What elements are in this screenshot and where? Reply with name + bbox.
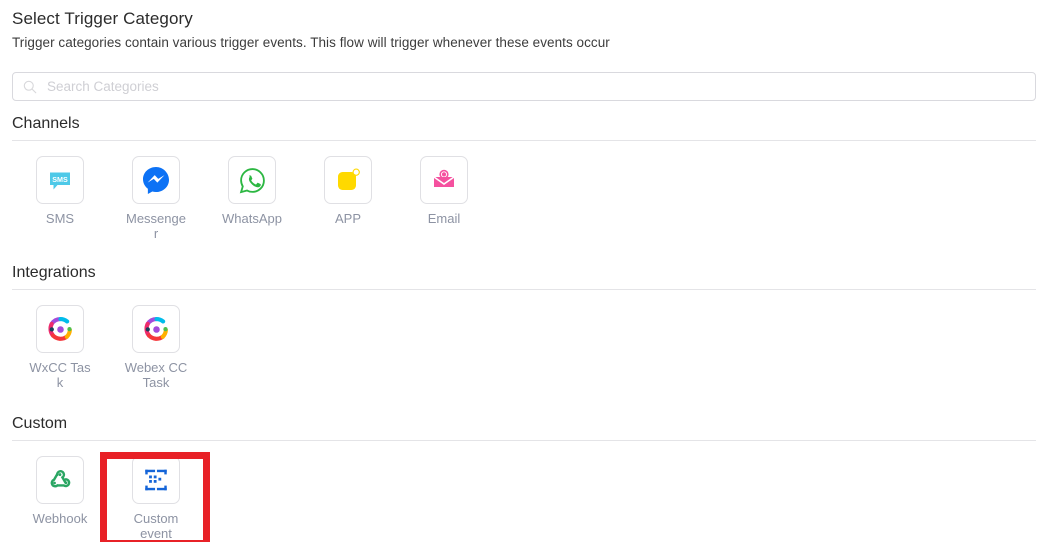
svg-text:SMS: SMS <box>52 175 68 184</box>
section-title-integrations: Integrations <box>12 264 96 281</box>
select-trigger-category-panel: Select Trigger Category Trigger categori… <box>0 9 1048 542</box>
page-subtitle: Trigger categories contain various trigg… <box>12 35 610 50</box>
channels-tile-list: SMS SMS Messenger WhatsApp APP Email <box>12 141 1036 241</box>
section-title-custom: Custom <box>12 415 68 432</box>
tile-email[interactable]: Email <box>396 156 492 226</box>
tile-label: WxCC Task <box>29 360 91 390</box>
tile-icon-box <box>132 456 180 504</box>
tile-label: Custom event <box>133 511 179 541</box>
tile-webex-cc-task[interactable]: Webex CC Task <box>108 305 204 390</box>
tile-sms[interactable]: SMS SMS <box>12 156 108 226</box>
tile-label: Email <box>427 211 461 226</box>
section-integrations: Integrations WxCC Task Webex CC Task <box>12 264 1036 390</box>
tile-custom-event[interactable]: Custom event <box>108 456 204 541</box>
search-input[interactable] <box>45 78 1025 95</box>
search-categories-field[interactable] <box>12 72 1036 101</box>
tile-label: WhatsApp <box>222 211 282 226</box>
messenger-icon <box>143 167 169 194</box>
sms-bubble-icon: SMS <box>50 172 70 190</box>
app-square-icon <box>338 168 360 190</box>
tile-label: Messenger <box>126 211 186 241</box>
webhook-icon <box>50 470 71 488</box>
tile-label: APP <box>334 211 361 226</box>
search-icon <box>23 80 37 93</box>
webex-logo-icon <box>143 316 168 341</box>
tile-label: SMS <box>45 211 75 226</box>
tile-icon-box <box>36 456 84 504</box>
custom-event-icon <box>145 469 167 491</box>
whatsapp-icon <box>239 167 265 193</box>
section-title-channels: Channels <box>12 115 80 132</box>
section-custom: Custom Webhook Custom event <box>12 415 1036 541</box>
tile-icon-box: SMS <box>36 156 84 204</box>
tile-label: Webex CC Task <box>124 360 188 390</box>
tile-label: Webhook <box>32 511 88 526</box>
tile-wxcc-task[interactable]: WxCC Task <box>12 305 108 390</box>
email-envelope-icon <box>433 169 455 187</box>
tile-whatsapp[interactable]: WhatsApp <box>204 156 300 226</box>
tile-icon-box <box>132 156 180 204</box>
section-channels: Channels SMS SMS Messenger WhatsApp APP … <box>12 115 1036 241</box>
webex-logo-icon <box>47 316 72 341</box>
tile-messenger[interactable]: Messenger <box>108 156 204 241</box>
tile-app[interactable]: APP <box>300 156 396 226</box>
tile-icon-box <box>132 305 180 353</box>
tile-webhook[interactable]: Webhook <box>12 456 108 526</box>
tile-icon-box <box>228 156 276 204</box>
integrations-tile-list: WxCC Task Webex CC Task <box>12 290 1036 390</box>
page-title: Select Trigger Category <box>12 9 193 28</box>
tile-icon-box <box>36 305 84 353</box>
tile-icon-box <box>324 156 372 204</box>
custom-tile-list: Webhook Custom event <box>12 441 1036 541</box>
tile-icon-box <box>420 156 468 204</box>
